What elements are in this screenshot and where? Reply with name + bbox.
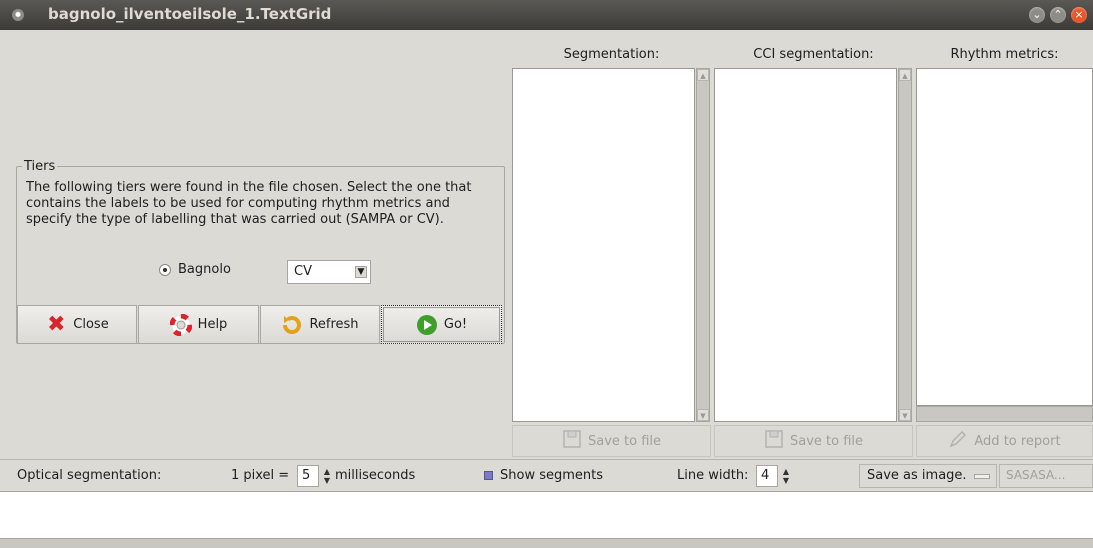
pencil-report-icon [948, 429, 968, 453]
rhythm-metrics-header: Rhythm metrics: [950, 47, 1059, 62]
scroll-up-icon[interactable]: ▲ [697, 69, 709, 81]
close-button[interactable]: ✖ Close [17, 305, 137, 344]
tier-radio-label[interactable]: Bagnolo [178, 262, 231, 277]
tier-radio-button[interactable] [159, 264, 171, 276]
refresh-icon [281, 314, 303, 336]
floppy-disk-icon [562, 429, 582, 453]
pattern-select-label: SASASA... [1006, 468, 1066, 482]
go-play-icon [416, 314, 438, 336]
chevron-down-icon[interactable]: ▼ [355, 266, 367, 278]
minimize-button[interactable]: ⌄ [1029, 7, 1045, 23]
refresh-button-label: Refresh [309, 317, 359, 332]
rhythm-metrics-list[interactable] [916, 68, 1093, 406]
segmentation-header: Segmentation: [563, 47, 660, 62]
pixel-unit-label: milliseconds [335, 468, 416, 483]
lifebuoy-help-icon [169, 313, 193, 336]
go-button-label: Go! [443, 317, 468, 332]
add-to-report-label: Add to report [974, 433, 1061, 449]
save-image-indicator [974, 474, 990, 479]
segmentation-scrollbar[interactable]: ▲ ▼ [696, 68, 710, 422]
show-segments-label[interactable]: Show segments [500, 468, 603, 483]
cci-segmentation-header: CCI segmentation: [753, 47, 874, 62]
close-button-label: Close [73, 317, 109, 332]
help-button-label: Help [197, 317, 228, 332]
scroll-down-icon[interactable]: ▼ [697, 409, 709, 421]
line-width-label: Line width: [677, 468, 749, 483]
cci-scrollbar[interactable]: ▲ ▼ [898, 68, 912, 422]
canvas-horizontal-scrollbar[interactable] [0, 538, 1093, 548]
tiers-legend: Tiers [22, 159, 58, 174]
save-cci-label: Save to file [789, 433, 864, 449]
save-as-image-label: Save as image. [867, 468, 967, 483]
window-close-button[interactable]: × [1071, 7, 1087, 23]
refresh-button[interactable]: Refresh [260, 305, 380, 344]
segmentation-list[interactable] [512, 68, 695, 422]
line-width-spinner[interactable]: 4 [756, 465, 778, 487]
spinner-arrows-icon[interactable]: ▲ ▼ [321, 467, 333, 485]
save-cci-button[interactable]: Save to file [714, 425, 913, 457]
rhythm-horizontal-scrollbar[interactable] [916, 406, 1093, 422]
floppy-disk-icon [764, 429, 784, 453]
save-segmentation-label: Save to file [587, 433, 662, 449]
help-button[interactable]: Help [138, 305, 259, 344]
separator [0, 459, 1093, 460]
tiers-description: The following tiers were found in the fi… [26, 180, 472, 227]
save-segmentation-button[interactable]: Save to file [512, 425, 711, 457]
maximize-button[interactable]: ⌃ [1050, 7, 1066, 23]
scroll-down-icon[interactable]: ▼ [899, 409, 911, 421]
add-to-report-button[interactable]: Add to report [916, 425, 1093, 457]
close-x-icon: ✖ [47, 311, 66, 337]
window-menu-icon[interactable] [12, 9, 24, 21]
cci-segmentation-list[interactable] [714, 68, 897, 422]
show-segments-checkbox[interactable] [484, 471, 493, 480]
scroll-up-icon[interactable]: ▲ [899, 69, 911, 81]
go-button[interactable]: Go! [381, 305, 502, 344]
spinner-arrows-icon[interactable]: ▲ ▼ [780, 467, 792, 485]
pixel-ms-spinner[interactable]: 5 [297, 465, 319, 487]
window-title: bagnolo_ilventoeilsole_1.TextGrid [48, 5, 332, 23]
optical-segmentation-label: Optical segmentation: [17, 468, 162, 483]
pixel-prefix-label: 1 pixel = [231, 468, 290, 483]
